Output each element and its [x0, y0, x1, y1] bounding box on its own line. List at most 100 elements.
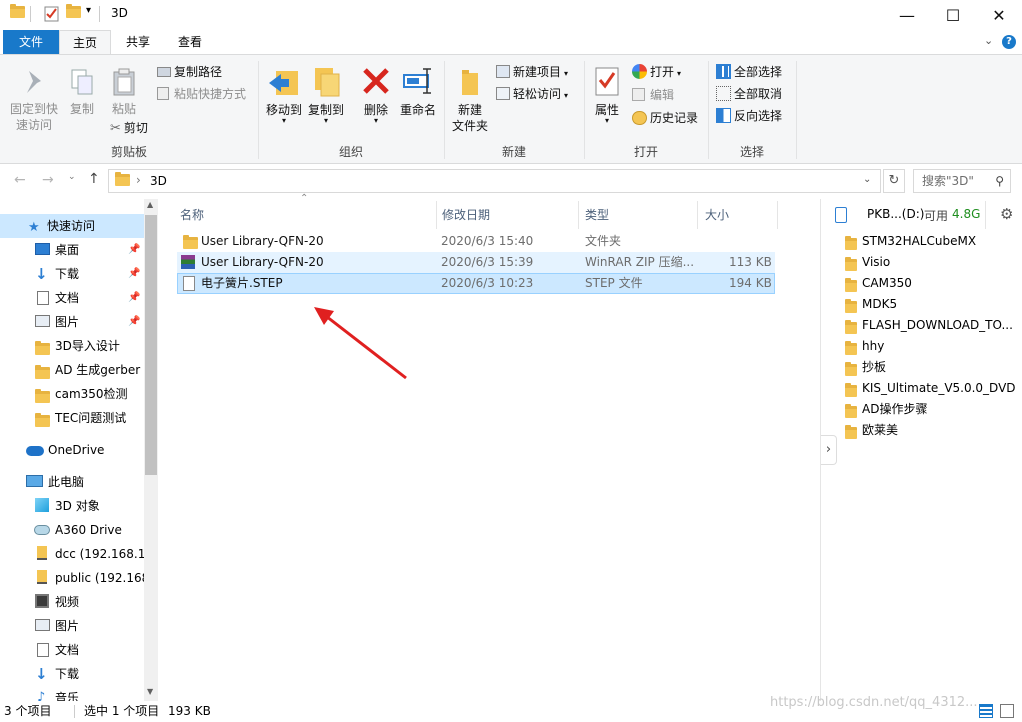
nav-folder-3d-import[interactable]: 3D导入设计 [0, 334, 145, 358]
select-all-button[interactable]: 全部选择 [716, 63, 782, 80]
nav-onedrive[interactable]: OneDrive [0, 438, 145, 462]
cut-button[interactable]: ✂ 剪切 [110, 119, 148, 136]
back-icon[interactable]: ← [14, 172, 26, 188]
nav-this-pc[interactable]: 此电脑 [0, 470, 145, 494]
nav-folder-ad-gerber[interactable]: AD 生成gerber [0, 358, 145, 382]
address-dropdown-icon[interactable]: ⌄ [863, 174, 871, 185]
paste-button[interactable]: 粘贴 [106, 67, 142, 117]
nav-folder-tec[interactable]: TEC问题测试 [0, 406, 145, 430]
nav-videos[interactable]: 视频 [0, 590, 145, 614]
nav-pictures-pc[interactable]: 图片 [0, 614, 145, 638]
properties-checkmark-icon[interactable] [44, 6, 60, 22]
preview-item[interactable]: AD操作步骤 [845, 399, 1015, 420]
folder-icon [35, 339, 50, 358]
large-icons-view-icon[interactable] [1000, 704, 1014, 718]
edit-button[interactable]: 编辑 [632, 86, 674, 103]
history-button[interactable]: 历史记录 [632, 109, 698, 126]
maximize-button[interactable]: ☐ [930, 0, 976, 30]
file-row[interactable]: 电子簧片.STEP 2020/6/3 10:23 STEP 文件 194 KB [177, 273, 775, 294]
minimize-button[interactable]: — [884, 0, 930, 30]
preview-item[interactable]: MDK5 [845, 294, 1015, 315]
tab-view[interactable]: 查看 [167, 30, 213, 54]
scroll-down-icon[interactable]: ▼ [147, 687, 153, 696]
move-to-button[interactable]: 移动到 ▾ [264, 65, 304, 125]
divider [985, 201, 986, 229]
nav-scrollbar[interactable]: ▲ ▼ [144, 199, 158, 701]
breadcrumb-3d[interactable]: 3D [150, 174, 167, 188]
nav-music[interactable]: ♪ 音乐 [0, 686, 145, 701]
pin-quick-access-button[interactable]: 固定到快 速访问 [8, 67, 60, 133]
nav-downloads-pc[interactable]: ↓ 下载 [0, 662, 145, 686]
paste-shortcut-label: 粘贴快捷方式 [174, 87, 247, 101]
tab-share[interactable]: 共享 [115, 30, 161, 54]
nav-label: cam350检测 [55, 387, 128, 401]
file-row[interactable]: User Library-QFN-20 2020/6/3 15:39 WinRA… [177, 252, 775, 273]
preview-item[interactable]: KIS_Ultimate_V5.0.0_DVD [845, 378, 1015, 399]
delete-button[interactable]: 删除 ▾ [358, 65, 394, 125]
select-none-button[interactable]: 全部取消 [716, 85, 782, 102]
nav-documents[interactable]: 文档 📌 [0, 286, 145, 310]
nav-desktop[interactable]: 桌面 📌 [0, 238, 145, 262]
new-item-button[interactable]: 新建项目 ▾ [496, 63, 568, 80]
column-header-name[interactable]: 名称 [180, 203, 204, 227]
tab-file[interactable]: 文件 [3, 30, 59, 54]
details-view-icon[interactable] [979, 704, 993, 718]
open-button[interactable]: 打开 ▾ [632, 63, 681, 80]
copy-path-button[interactable]: 复制路径 [157, 63, 222, 80]
nav-downloads[interactable]: ↓ 下载 📌 [0, 262, 145, 286]
preview-item[interactable]: Visio [845, 252, 1015, 273]
copy-button[interactable]: 复制 [66, 67, 98, 117]
column-header-size[interactable]: 大小 [705, 203, 729, 227]
collapse-ribbon-icon[interactable]: ⌄ [984, 34, 993, 47]
easy-access-button[interactable]: 轻松访问 ▾ [496, 85, 568, 102]
nav-quick-access[interactable]: ★ 快速访问 [0, 214, 145, 238]
tab-home[interactable]: 主页 [59, 30, 111, 55]
rename-button[interactable]: 重命名 [398, 65, 438, 118]
gear-icon[interactable]: ⚙ [1000, 205, 1013, 223]
scroll-up-icon[interactable]: ▲ [147, 200, 153, 209]
preview-item[interactable]: 抄板 [845, 357, 1015, 378]
expand-pane-button[interactable]: › [821, 435, 837, 465]
properties-button[interactable]: 属性 ▾ [590, 65, 624, 125]
nav-documents-pc[interactable]: 文档 [0, 638, 145, 662]
scissors-icon: ✂ [110, 121, 121, 136]
preview-item[interactable]: CAM350 [845, 273, 1015, 294]
search-input[interactable]: 搜索"3D" ⚲ [913, 169, 1011, 193]
forward-icon[interactable]: → [42, 172, 54, 188]
address-bar[interactable]: › 3D ⌄ [108, 169, 881, 193]
customize-quick-access-icon[interactable]: ▾ [86, 5, 91, 16]
preview-item[interactable]: 欧莱美 [845, 420, 1015, 441]
nav-scrollbar-thumb[interactable] [145, 215, 157, 475]
nav-3d-objects[interactable]: 3D 对象 [0, 494, 145, 518]
preview-item[interactable]: hhy [845, 336, 1015, 357]
close-button[interactable]: ✕ [976, 0, 1022, 30]
up-icon[interactable]: ↑ [88, 171, 100, 187]
preview-item[interactable]: FLASH_DOWNLOAD_TO... [845, 315, 1015, 336]
nav-folder-cam350[interactable]: cam350检测 [0, 382, 145, 406]
column-header-date[interactable]: 修改日期 [442, 203, 490, 227]
nav-label: 文档 [55, 643, 80, 657]
preview-item[interactable]: STM32HALCubeMX [845, 231, 1015, 252]
column-header-type[interactable]: 类型 [585, 203, 609, 227]
help-icon[interactable]: ? [1002, 35, 1016, 49]
folder-icon [845, 236, 857, 252]
invert-selection-button[interactable]: 反向选择 [716, 107, 782, 124]
refresh-button[interactable]: ↻ [883, 169, 905, 193]
music-icon: ♪ [37, 690, 46, 701]
nav-network-dcc[interactable]: dcc (192.168.1. [0, 542, 145, 566]
recent-locations-icon[interactable]: ⌄ [68, 172, 76, 182]
pin-icon[interactable]: 📌 [128, 310, 140, 334]
pin-icon[interactable]: 📌 [128, 286, 140, 310]
nav-network-public[interactable]: public (192.168 [0, 566, 145, 590]
new-folder-button[interactable]: 新建 文件夹 [448, 65, 492, 134]
nav-pictures[interactable]: 图片 📌 [0, 310, 145, 334]
nav-a360-drive[interactable]: A360 Drive [0, 518, 145, 542]
paste-shortcut-button[interactable]: 粘贴快捷方式 [157, 85, 246, 102]
pin-icon[interactable]: 📌 [128, 262, 140, 286]
file-row[interactable]: User Library-QFN-20 2020/6/3 15:40 文件夹 [177, 231, 775, 252]
copy-icon [71, 69, 93, 95]
nav-label: AD 生成gerber [55, 363, 141, 377]
copy-to-button[interactable]: 复制到 ▾ [306, 65, 346, 125]
new-folder-icon[interactable] [66, 4, 82, 22]
pin-icon[interactable]: 📌 [128, 238, 140, 262]
